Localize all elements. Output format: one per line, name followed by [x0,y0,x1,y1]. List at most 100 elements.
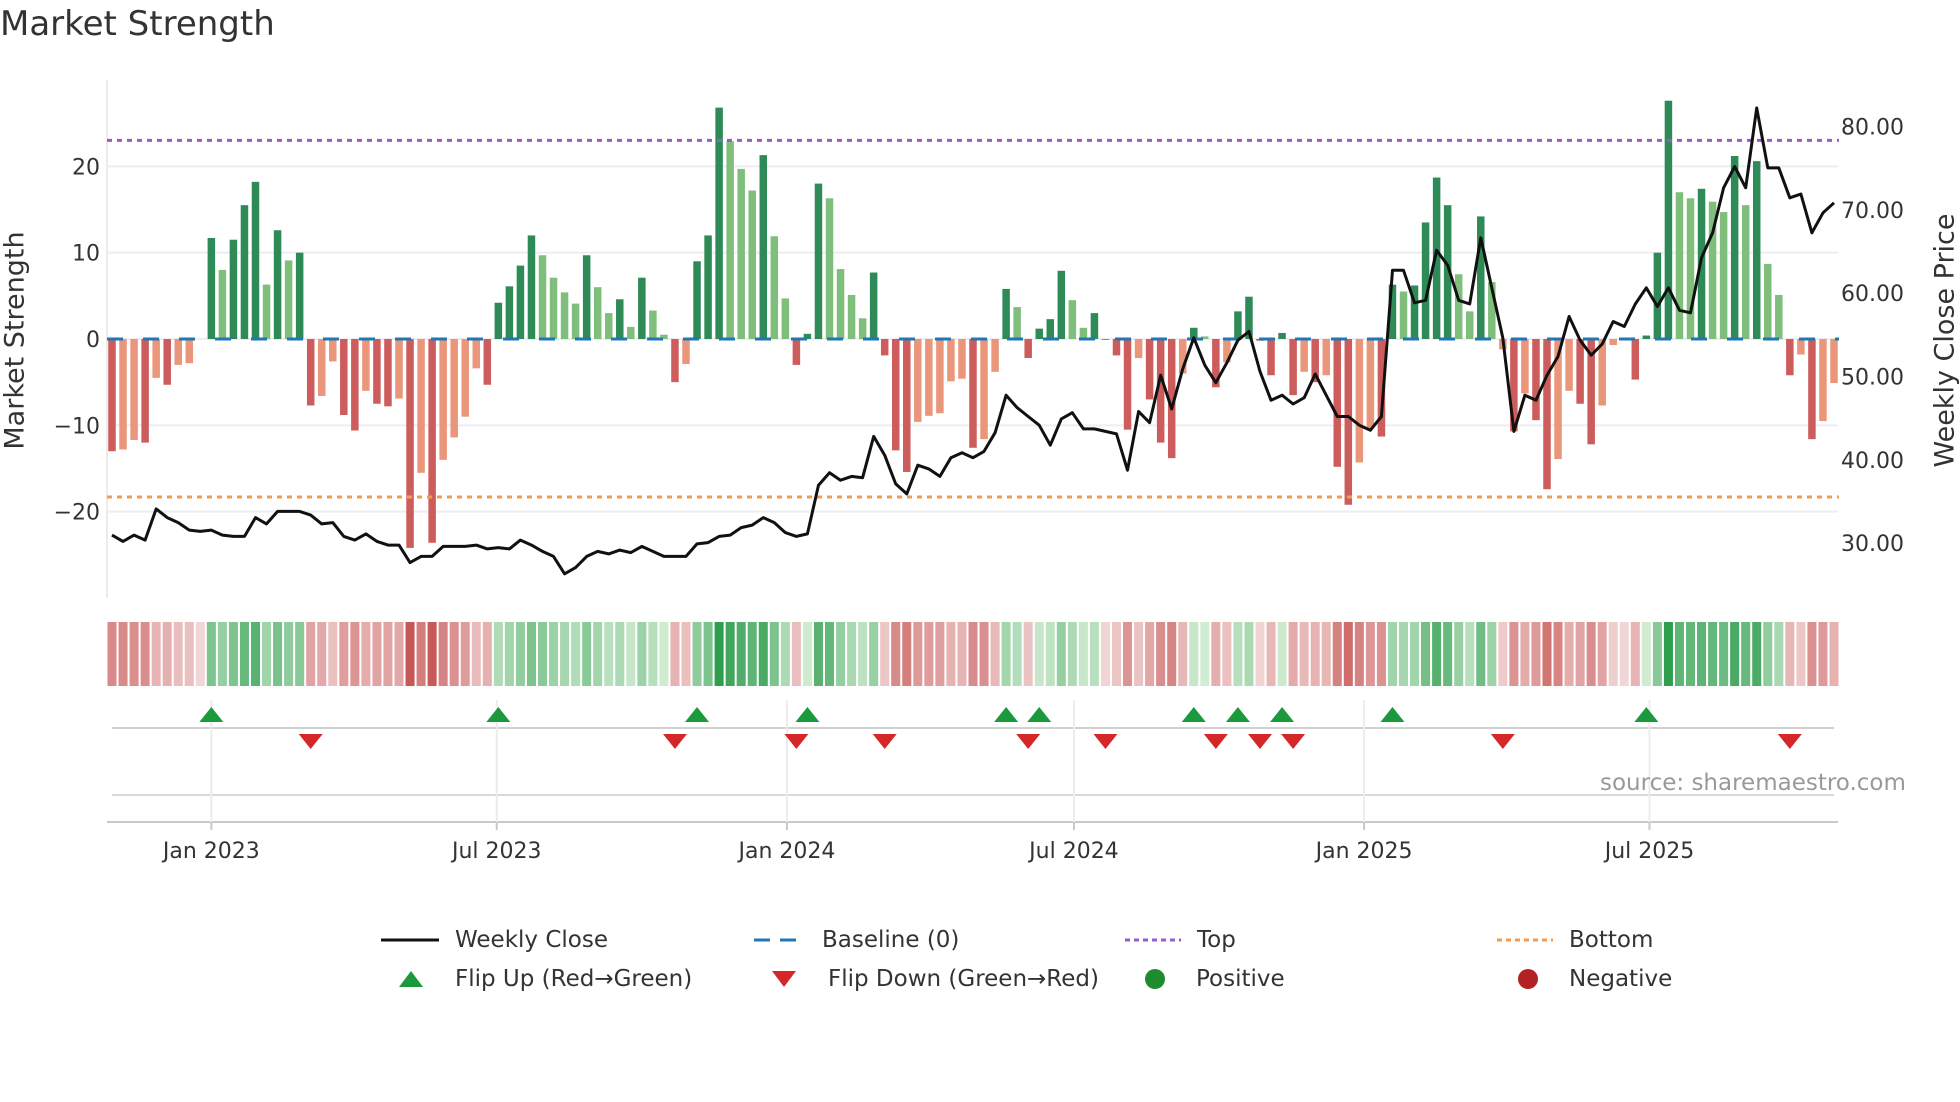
strength-bar [858,318,867,339]
strength-strip-cell [990,622,1000,686]
strength-strip-cell [1067,622,1077,686]
strength-bar [185,339,194,364]
strength-bar [593,287,602,339]
legend-label: Positive [1196,966,1285,992]
strength-strip-cell [1531,622,1541,686]
strength-bar [1333,339,1342,467]
flip-up-marker [994,707,1019,722]
strength-bar [1521,339,1529,394]
strength-strip-cell [1398,622,1409,686]
strength-strip-cell [1719,622,1729,686]
source-label: source: sharemaestro.com [1600,770,1906,796]
circle-green-icon [1145,969,1165,989]
strength-strip-cell [1652,622,1662,686]
y-tick-label: −10 [54,414,100,439]
strength-strip-cell [946,622,956,686]
strength-bar [770,236,779,339]
strength-strip-cell [1774,622,1784,686]
strength-bar [174,339,182,365]
strength-bar [1057,270,1066,339]
strength-strip-cell [1829,622,1839,686]
strength-strip-cell [504,622,514,686]
strength-strip-cell [184,622,194,686]
strength-strip-cell [1233,622,1243,686]
strength-strip-cell [1520,622,1530,686]
strength-bar [395,339,403,399]
strength-strip-cell [813,622,823,686]
strength-bar [1267,339,1275,376]
strength-bar [1576,339,1584,404]
strength-strip-cell [493,622,503,686]
strength-bar [1013,307,1021,339]
strength-strip-cell [1123,622,1133,686]
strength-strip-cell [560,622,570,686]
strength-strip-cell [802,622,812,686]
strength-strip-cell [1553,622,1563,686]
x-tick-label: Jul 2025 [1603,839,1695,864]
strength-bar [903,339,911,472]
strength-strip-cell [869,622,879,686]
strength-bar [991,339,999,372]
strength-bar [604,313,613,339]
strength-bar [1532,339,1540,421]
flip-down-marker [1248,734,1272,749]
strength-bar [240,205,249,339]
strength-bar [649,310,657,339]
strength-strip-cell [1476,622,1486,686]
strength-strip-cell [1785,622,1795,686]
strength-strip-cell [1222,622,1232,686]
strength-bar [715,107,723,339]
strength-strip-cell [372,622,382,686]
strength-bar [1631,339,1640,380]
strength-bar [880,339,889,356]
legend-label: Flip Down (Green→Red) [828,966,1099,992]
strength-bar [748,190,756,339]
strength-bar [825,198,834,339]
strength-strip-cell [670,622,680,686]
strength-strip-cell [173,622,183,686]
strength-strip-cell [1299,622,1309,686]
strength-bar [726,141,734,339]
strength-bar [1786,339,1794,376]
legend-positive: Positive [1144,964,1285,994]
strength-bar [1278,332,1286,339]
strength-strip-cell [1575,622,1585,686]
strength-strip-cell [979,622,989,686]
strength-strip-cell [1421,622,1431,686]
strength-bar [1079,327,1088,339]
strength-strip-cell [847,622,857,686]
strength-strip-cell [1796,622,1806,686]
strength-strip-cell [449,622,459,686]
y2-tick-label: 70.00 [1841,199,1904,224]
strength-strip-cell [162,622,172,686]
y2-tick-label: 50.00 [1841,365,1904,390]
strength-bar [273,230,282,339]
strength-strip-cell [1178,622,1188,686]
strength-strip-cell [405,622,415,686]
strength-bar [130,339,138,441]
strength-bar [494,302,503,339]
strength-strip-cell [758,622,768,686]
strength-bar [340,339,348,415]
strength-strip-cell [791,622,801,686]
strength-strip-cell [1509,622,1519,686]
legend-flip-up: Flip Up (Red→Green) [398,964,692,994]
strength-bar [1741,205,1750,339]
strength-bar [936,339,944,414]
strength-strip-cell [1332,622,1342,686]
dotted-swatch-icon [1125,938,1181,942]
strength-bar [251,181,260,339]
strength-strip-cell [626,622,636,686]
strength-strip-cell [659,622,669,686]
strength-bar [538,255,547,339]
strength-bar [527,235,536,339]
strength-bar [1653,252,1662,339]
strength-strip-cell [1630,622,1640,686]
triangle-down-icon [772,971,796,987]
strength-bar [417,339,425,473]
strength-bar [163,339,171,385]
strength-bar [947,339,955,382]
strength-strip-cell [1487,622,1497,686]
y2-tick-label: 40.00 [1841,449,1904,474]
strength-bar [1686,198,1695,339]
